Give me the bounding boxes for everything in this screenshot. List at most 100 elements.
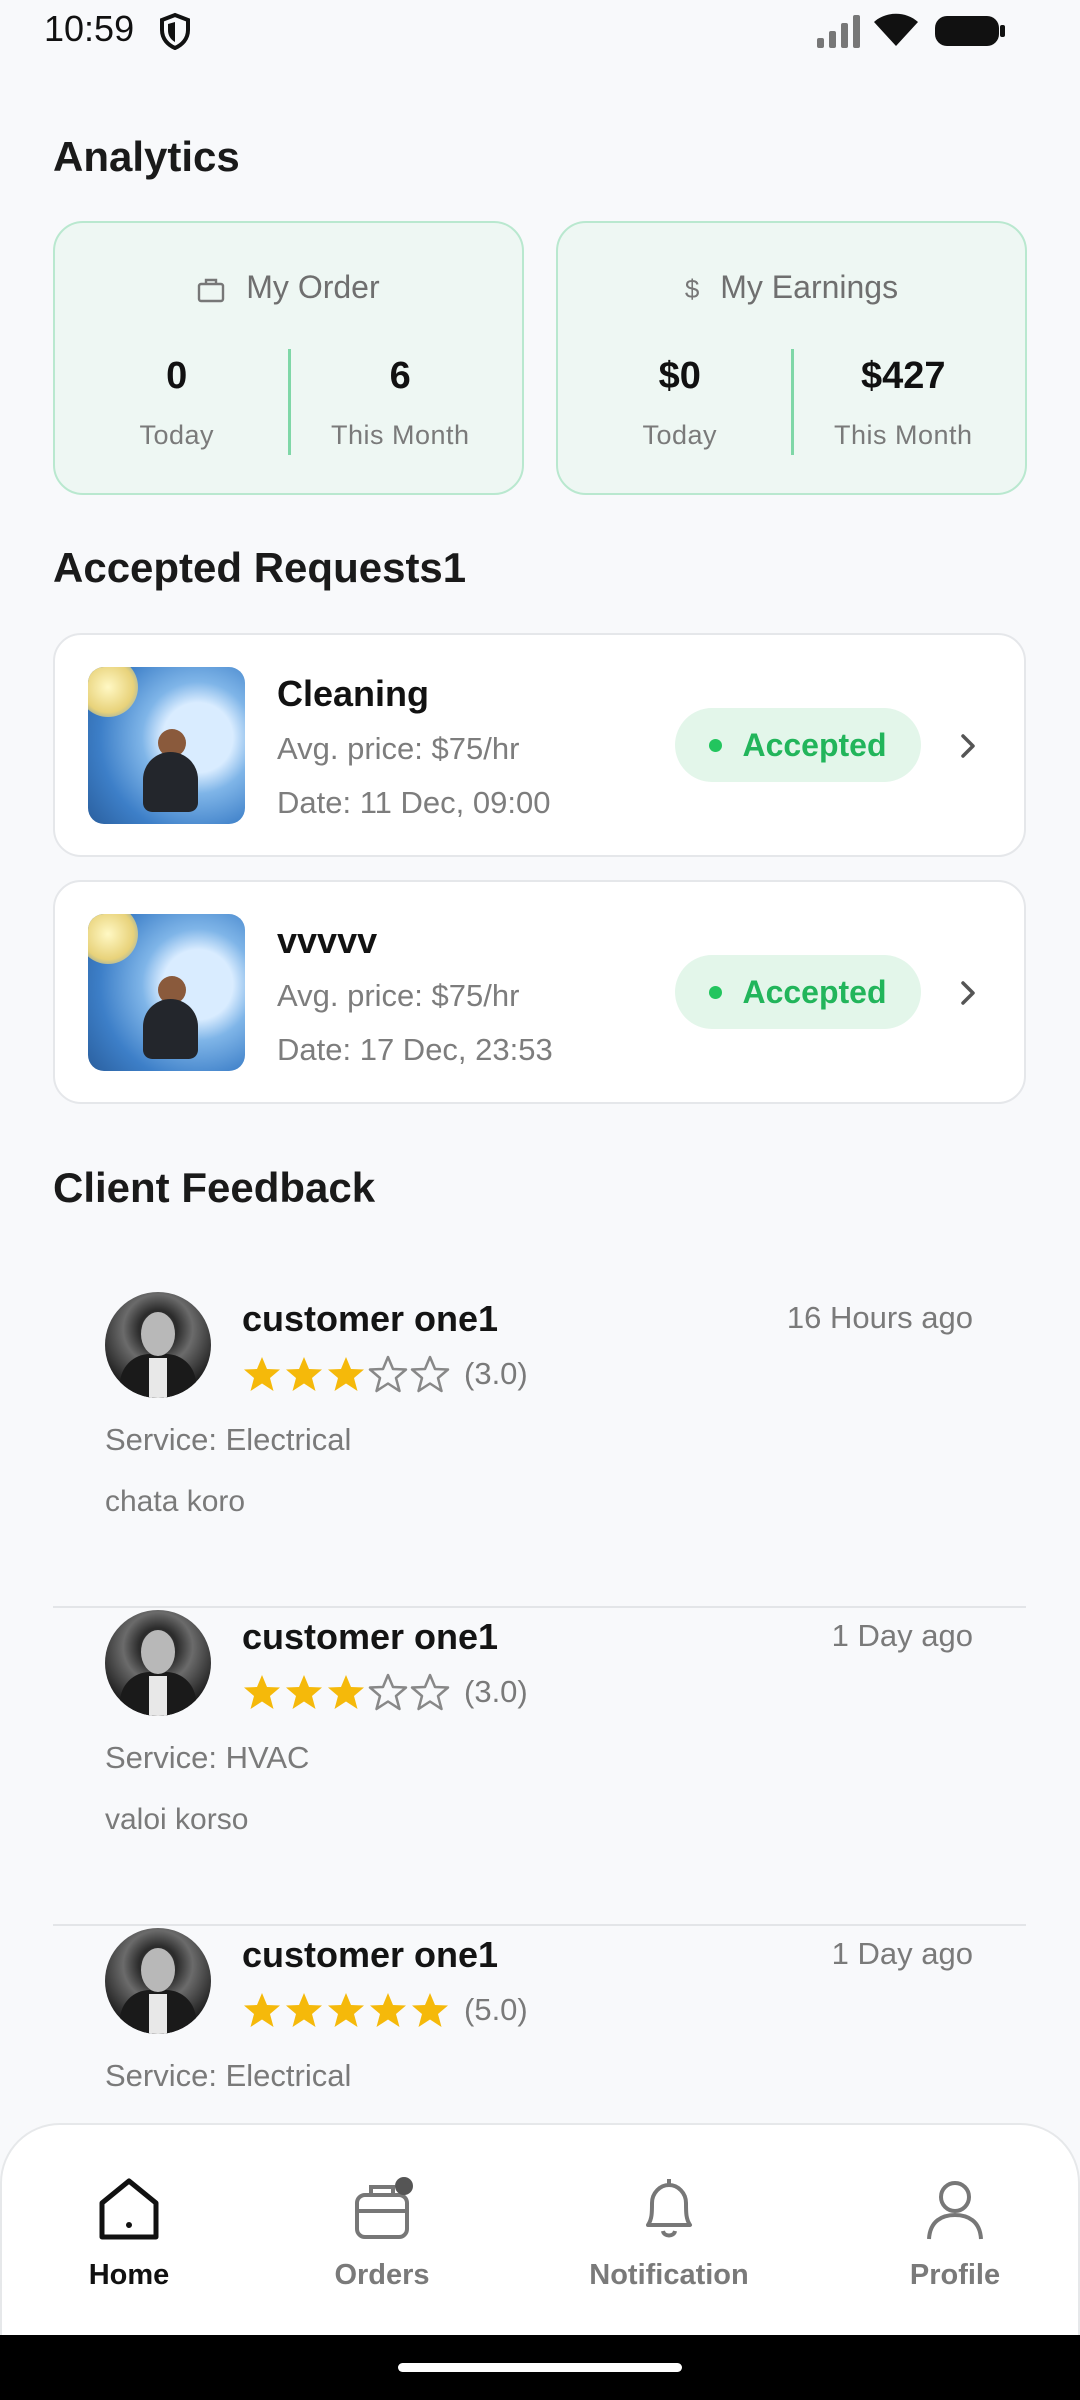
signal-icon xyxy=(817,15,860,48)
star-filled-icon xyxy=(286,1993,322,2027)
earnings-today-label: Today xyxy=(642,420,718,450)
my-earnings-card[interactable]: $ My Earnings $0 Today $427 This Month xyxy=(556,221,1027,495)
star-filled-icon xyxy=(370,1993,406,2027)
bell-icon xyxy=(646,2179,692,2238)
feedback-time: 1 Day ago xyxy=(831,1618,973,1653)
stars xyxy=(242,1672,452,1712)
home-indicator[interactable] xyxy=(398,2363,682,2372)
feedback-time: 1 Day ago xyxy=(831,1936,973,1971)
accepted-requests-title: Accepted Requests1 xyxy=(53,544,467,591)
earnings-month-value: $427 xyxy=(860,355,946,397)
feedback-service: Service: Electrical xyxy=(105,2058,352,2093)
order-month-label: This Month xyxy=(330,420,470,450)
stars xyxy=(242,1990,452,2030)
feedback-item: customer one1 16 Hours ago (3.0) Service… xyxy=(53,1292,1026,1608)
star-empty-icon xyxy=(368,1355,408,1393)
earnings-month-label: This Month xyxy=(833,420,973,450)
star-filled-icon xyxy=(286,1675,322,1709)
feedback-name: customer one1 xyxy=(242,1298,499,1339)
nav-orders[interactable]: Orders xyxy=(282,2173,482,2292)
earnings-month: $427 This Month xyxy=(792,355,1026,451)
order-month-value: 6 xyxy=(389,355,411,397)
gesture-bar xyxy=(0,2335,1080,2400)
status-dot xyxy=(709,738,723,752)
feedback-service: Service: Electrical xyxy=(105,1422,352,1457)
feedback-comment: chata koro xyxy=(105,1485,246,1518)
home-icon xyxy=(99,2178,159,2240)
rating-score: (3.0) xyxy=(464,1674,528,1709)
request-card[interactable]: Cleaning Avg. price: $75/hr Date: 11 Dec… xyxy=(53,633,1026,857)
rating-score: (3.0) xyxy=(464,1356,528,1391)
chevron-right-icon[interactable] xyxy=(953,731,983,761)
request-date: Date: 17 Dec, 23:53 xyxy=(277,1032,553,1067)
star-filled-icon xyxy=(244,1357,280,1391)
request-date: Date: 11 Dec, 09:00 xyxy=(277,785,551,820)
feedback-time: 16 Hours ago xyxy=(786,1300,973,1335)
my-order-title: My Order xyxy=(246,269,380,305)
avatar xyxy=(105,1928,211,2034)
star-filled-icon xyxy=(328,1357,364,1391)
my-earnings-title: My Earnings xyxy=(720,269,899,305)
earnings-today: $0 Today xyxy=(558,355,792,451)
star-empty-icon xyxy=(410,1673,450,1711)
nav-notification-label: Notification xyxy=(589,2259,749,2291)
feedback-comment: valoi korso xyxy=(105,1803,249,1836)
nav-home-label: Home xyxy=(88,2259,170,2291)
my-order-header: My Order xyxy=(55,269,522,306)
star-filled-icon xyxy=(412,1993,448,2027)
nav-orders-label: Orders xyxy=(334,2259,430,2291)
my-earnings-header: $ My Earnings xyxy=(558,269,1025,306)
star-empty-icon xyxy=(368,1673,408,1711)
avatar xyxy=(105,1292,211,1398)
service-thumbnail xyxy=(88,667,245,824)
battery-icon xyxy=(935,16,1005,46)
order-today-value: 0 xyxy=(166,355,188,397)
earnings-today-value: $0 xyxy=(658,355,701,397)
orders-icon xyxy=(355,2177,413,2239)
wifi-icon xyxy=(874,13,918,46)
status-badge: Accepted xyxy=(675,955,921,1029)
client-feedback-title: Client Feedback xyxy=(53,1164,376,1211)
order-today: 0 Today xyxy=(55,355,289,451)
nav-home[interactable]: Home xyxy=(29,2173,229,2292)
feedback-service: Service: HVAC xyxy=(105,1740,310,1775)
feedback-name: customer one1 xyxy=(242,1616,499,1657)
my-order-card[interactable]: My Order 0 Today 6 This Month xyxy=(53,221,524,495)
nav-profile[interactable]: Profile xyxy=(855,2173,1055,2292)
status-bar: 10:59 xyxy=(0,0,1080,60)
star-filled-icon xyxy=(286,1357,322,1391)
order-month: 6 This Month xyxy=(289,355,523,451)
app-screen: 10:59 Analytics My Order 0 Today 6 This … xyxy=(0,0,1080,2400)
service-thumbnail xyxy=(88,914,245,1071)
feedback-item: customer one1 1 Day ago (3.0) Service: H… xyxy=(53,1610,1026,1926)
analytics-title: Analytics xyxy=(53,133,240,180)
star-rating: (3.0) xyxy=(242,1670,528,1714)
request-price: Avg. price: $75/hr xyxy=(277,731,520,766)
shield-icon xyxy=(160,12,190,50)
star-filled-icon xyxy=(328,1993,364,2027)
request-title: vvvvv xyxy=(277,920,378,961)
star-filled-icon xyxy=(244,1993,280,2027)
status-badge: Accepted xyxy=(675,708,921,782)
user-icon xyxy=(927,2181,983,2240)
feedback-name: customer one1 xyxy=(242,1934,499,1975)
request-title: Cleaning xyxy=(277,673,430,714)
request-price: Avg. price: $75/hr xyxy=(277,978,520,1013)
star-empty-icon xyxy=(410,1355,450,1393)
status-label: Accepted xyxy=(742,726,887,763)
briefcase-icon xyxy=(198,278,225,302)
stars xyxy=(242,1354,452,1394)
request-card[interactable]: vvvvv Avg. price: $75/hr Date: 17 Dec, 2… xyxy=(53,880,1026,1104)
star-filled-icon xyxy=(244,1675,280,1709)
avatar xyxy=(105,1610,211,1716)
chevron-right-icon[interactable] xyxy=(953,978,983,1008)
dollar-icon: $ xyxy=(684,274,700,305)
nav-notification[interactable]: Notification xyxy=(569,2173,769,2292)
status-time: 10:59 xyxy=(44,8,135,49)
bottom-navigation: Home Orders Notification Profile xyxy=(0,2123,1080,2335)
status-label: Accepted xyxy=(742,973,887,1010)
nav-profile-label: Profile xyxy=(909,2259,1001,2291)
star-filled-icon xyxy=(328,1675,364,1709)
order-today-label: Today xyxy=(139,420,215,450)
status-dot xyxy=(709,985,723,999)
